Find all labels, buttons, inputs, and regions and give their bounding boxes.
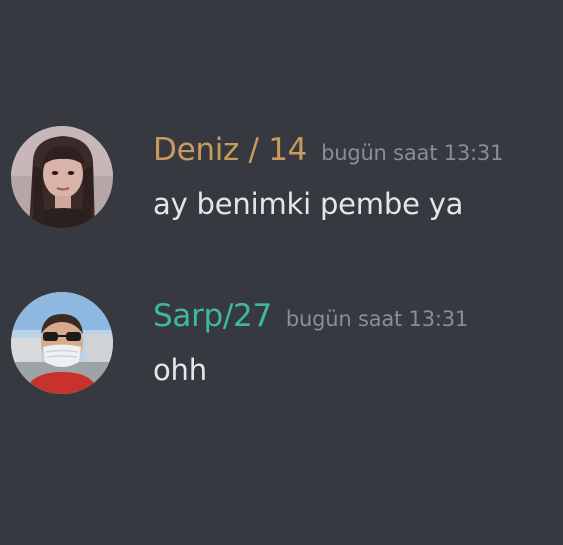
user-avatar[interactable] <box>11 126 113 228</box>
timestamp: bugün saat 13:31 <box>285 307 469 331</box>
username[interactable]: Deniz / 14 <box>153 132 307 168</box>
message-header: Deniz / 14 bugün saat 13:31 <box>153 130 503 170</box>
message-content: ay benimki pembe ya <box>153 187 464 221</box>
message-content: ohh <box>153 353 207 387</box>
avatar-portrait-masked-man-icon <box>11 292 113 394</box>
timestamp: bugün saat 13:31 <box>321 141 504 165</box>
avatar-portrait-girl-icon <box>11 126 113 228</box>
chat-message-list: Deniz / 14 bugün saat 13:31 ay benimki pe… <box>0 0 563 545</box>
username[interactable]: Sarp/27 <box>153 298 272 334</box>
message-header: Sarp/27 bugün saat 13:31 <box>153 296 468 336</box>
user-avatar[interactable] <box>11 292 113 394</box>
